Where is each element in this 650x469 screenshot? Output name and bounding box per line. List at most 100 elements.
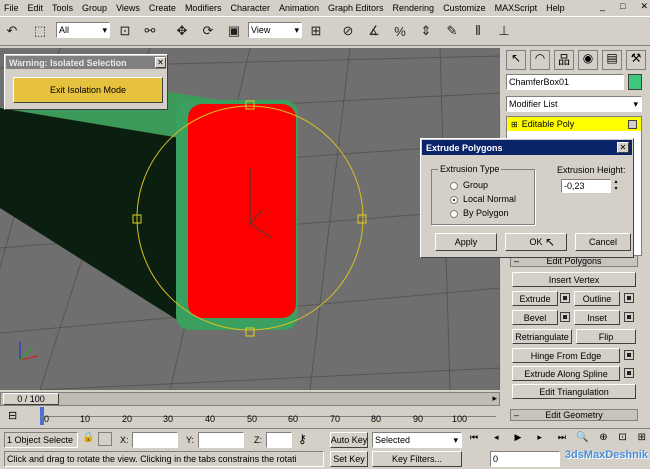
- absolute-mode-icon[interactable]: [98, 432, 112, 446]
- lock-selection-icon[interactable]: 🔒: [82, 432, 94, 443]
- ref-coord-dropdown[interactable]: View ▾: [248, 22, 302, 38]
- apply-button[interactable]: Apply: [435, 233, 497, 251]
- menu-views[interactable]: Views: [116, 3, 140, 15]
- menu-edit[interactable]: Edit: [28, 3, 44, 15]
- auto-key-button[interactable]: Auto Key: [330, 432, 368, 448]
- select-link-icon[interactable]: ⚯: [140, 21, 160, 41]
- set-key-button[interactable]: Set Key: [330, 451, 368, 467]
- close-icon[interactable]: ✕: [640, 1, 648, 14]
- align-icon[interactable]: ⊥: [494, 21, 514, 41]
- create-tab-icon[interactable]: ↖: [506, 50, 526, 70]
- zoom-all-icon[interactable]: ⊕: [599, 432, 607, 448]
- go-to-start-icon[interactable]: ⏮: [470, 432, 478, 448]
- restore-icon[interactable]: □: [620, 1, 625, 14]
- option-group[interactable]: Group: [450, 180, 488, 190]
- time-slider-thumb[interactable]: 0 / 100: [3, 393, 59, 405]
- cancel-button[interactable]: Cancel: [575, 233, 631, 251]
- dialog-title-bar[interactable]: Extrude Polygons: [422, 140, 632, 155]
- undo-icon[interactable]: ↶: [2, 21, 22, 41]
- flip-button[interactable]: Flip: [576, 329, 636, 344]
- menu-rendering[interactable]: Rendering: [393, 3, 435, 15]
- stack-expand-icon[interactable]: ⊞: [511, 120, 518, 129]
- utilities-tab-icon[interactable]: ⚒: [626, 50, 646, 70]
- next-frame-icon[interactable]: ▸: [537, 432, 542, 448]
- modify-tab-icon[interactable]: ◠: [530, 50, 550, 70]
- extrude-settings-icon[interactable]: [560, 293, 570, 303]
- time-slider-track[interactable]: 0 / 100 ▸: [0, 392, 500, 406]
- percent-snap-icon[interactable]: %: [390, 21, 410, 41]
- isolation-title-bar[interactable]: Warning: Isolated Selection: [6, 56, 166, 69]
- edit-triangulation-button[interactable]: Edit Triangulation: [512, 384, 636, 399]
- angle-snap-icon[interactable]: ∡: [364, 21, 384, 41]
- bevel-button[interactable]: Bevel: [512, 310, 558, 325]
- scale-icon[interactable]: ▣: [224, 21, 244, 41]
- slider-arrow-icon[interactable]: ▸: [492, 393, 497, 404]
- menu-graph-editors[interactable]: Graph Editors: [328, 3, 384, 15]
- minimize-icon[interactable]: _: [600, 1, 605, 14]
- stack-item-editable-poly[interactable]: ⊞ Editable Poly: [507, 117, 641, 131]
- exit-isolation-button[interactable]: Exit Isolation Mode: [13, 77, 163, 103]
- ok-button[interactable]: OK: [505, 233, 567, 251]
- menu-file[interactable]: File: [4, 3, 19, 15]
- inset-button[interactable]: Inset: [574, 310, 620, 325]
- hinge-from-edge-button[interactable]: Hinge From Edge: [512, 348, 620, 363]
- selection-filter-dropdown[interactable]: All ▾: [56, 22, 110, 38]
- height-spinner-icon[interactable]: ▴ ▾: [612, 179, 620, 193]
- stack-item-toggle-icon[interactable]: [628, 119, 637, 129]
- motion-tab-icon[interactable]: ◉: [578, 50, 598, 70]
- menu-modifiers[interactable]: Modifiers: [185, 3, 222, 15]
- select-by-name-icon[interactable]: ⊡: [115, 21, 135, 41]
- zoom-icon[interactable]: 🔍: [576, 432, 588, 448]
- dialog-close-button[interactable]: ✕: [617, 142, 629, 153]
- menu-help[interactable]: Help: [546, 3, 565, 15]
- menu-animation[interactable]: Animation: [279, 3, 319, 15]
- outline-settings-icon[interactable]: [624, 293, 634, 303]
- key-mode-icon[interactable]: ⚷: [298, 432, 307, 446]
- extrude-button[interactable]: Extrude: [512, 291, 558, 306]
- x-coord-input[interactable]: [132, 432, 178, 448]
- display-tab-icon[interactable]: ▤: [602, 50, 622, 70]
- retriangulate-button[interactable]: Retriangulate: [512, 329, 572, 344]
- menu-tools[interactable]: Tools: [52, 3, 73, 15]
- menu-customize[interactable]: Customize: [443, 3, 486, 15]
- object-name-field[interactable]: ChamferBox01: [506, 74, 624, 90]
- option-local-normal[interactable]: Local Normal: [450, 194, 516, 204]
- rollout-edit-geometry-header[interactable]: – Edit Geometry: [510, 409, 638, 421]
- rotate-icon[interactable]: ⟳: [198, 21, 218, 41]
- modifier-list-dropdown[interactable]: Modifier List ▾: [506, 96, 642, 112]
- extrude-along-spline-button[interactable]: Extrude Along Spline: [512, 366, 620, 381]
- menu-create[interactable]: Create: [149, 3, 176, 15]
- zoom-extents-icon[interactable]: ⊡: [618, 432, 626, 448]
- menu-maxscript[interactable]: MAXScript: [495, 3, 538, 15]
- extrude-spline-settings-icon[interactable]: [624, 368, 634, 378]
- key-filters-button[interactable]: Key Filters...: [372, 451, 462, 467]
- y-coord-input[interactable]: [198, 432, 244, 448]
- inset-settings-icon[interactable]: [624, 312, 634, 322]
- zoom-extents-all-icon[interactable]: ⊞: [638, 432, 646, 448]
- snap-3d-icon[interactable]: ⊘: [338, 21, 358, 41]
- menu-group[interactable]: Group: [82, 3, 107, 15]
- mirror-icon[interactable]: ⫴: [468, 21, 488, 41]
- pivot-center-icon[interactable]: ⊞: [306, 21, 326, 41]
- move-icon[interactable]: ✥: [172, 21, 192, 41]
- menu-character[interactable]: Character: [230, 3, 270, 15]
- hinge-settings-icon[interactable]: [624, 350, 634, 360]
- hierarchy-tab-icon[interactable]: 品: [554, 50, 574, 70]
- bevel-settings-icon[interactable]: [560, 312, 570, 322]
- region-select-icon[interactable]: ⬚: [30, 21, 50, 41]
- option-by-polygon[interactable]: By Polygon: [450, 208, 509, 218]
- play-icon[interactable]: ▶: [515, 432, 522, 448]
- go-to-end-icon[interactable]: ⏭: [558, 432, 566, 448]
- z-coord-input[interactable]: [266, 432, 292, 448]
- spinner-snap-icon[interactable]: ⇕: [416, 21, 436, 41]
- extrusion-height-input[interactable]: -0,23: [561, 179, 611, 193]
- previous-frame-icon[interactable]: ◂: [494, 432, 499, 448]
- track-bar-icon[interactable]: ⊟: [8, 409, 24, 423]
- key-mode-dropdown[interactable]: Selected ▾: [372, 432, 462, 448]
- named-selection-icon[interactable]: ✎: [442, 21, 462, 41]
- insert-vertex-button[interactable]: Insert Vertex: [512, 272, 636, 287]
- isolation-close-button[interactable]: ✕: [155, 57, 166, 68]
- object-color-swatch[interactable]: [628, 74, 642, 90]
- outline-button[interactable]: Outline: [574, 291, 620, 306]
- track-bar[interactable]: ⊟ 0 10 20 30 40 50 60 70 80 90 100: [0, 407, 500, 425]
